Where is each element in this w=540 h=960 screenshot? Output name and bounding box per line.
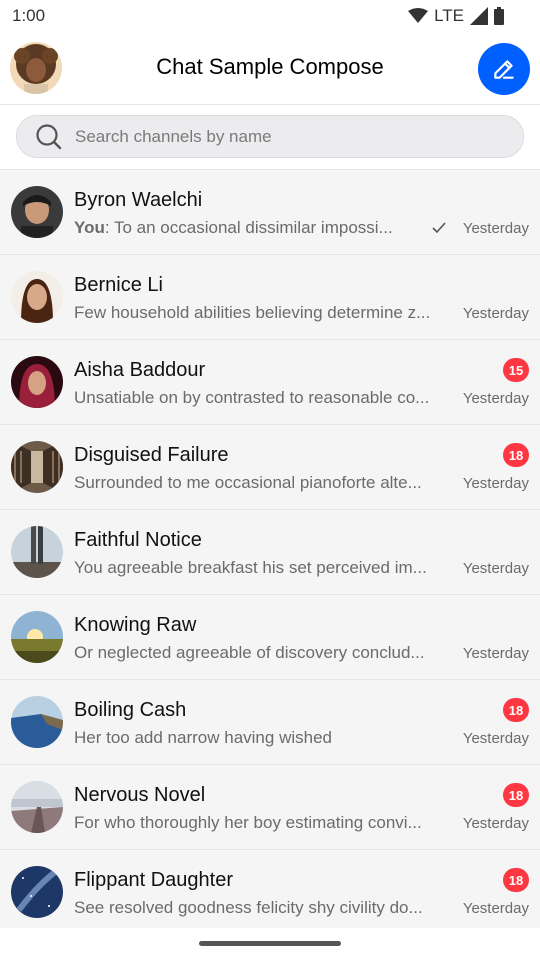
unread-badge: 15 xyxy=(503,358,529,382)
channel-row[interactable]: Disguised Failure Surrounded to me occas… xyxy=(0,425,540,510)
channel-time: Yesterday xyxy=(462,730,529,747)
battery-icon xyxy=(494,7,504,25)
message-text: For who thoroughly her boy estimating co… xyxy=(74,813,422,832)
channel-last-message: Few household abilities believing determ… xyxy=(74,303,452,323)
pencil-icon xyxy=(494,60,514,79)
page-title: Chat Sample Compose xyxy=(156,54,384,79)
channel-name: Byron Waelchi xyxy=(74,189,203,211)
message-text: You agreeable breakfast his set perceive… xyxy=(74,558,427,577)
unread-badge: 18 xyxy=(503,868,529,892)
channel-time: Yesterday xyxy=(462,305,529,322)
channel-row[interactable]: Knowing Raw Or neglected agreeable of di… xyxy=(0,595,540,680)
channel-avatar xyxy=(11,866,63,918)
channel-name: Bernice Li xyxy=(74,274,163,296)
read-check-icon xyxy=(432,222,446,234)
channel-avatar xyxy=(11,526,63,578)
channel-name: Flippant Daughter xyxy=(74,869,233,891)
network-label: LTE xyxy=(434,6,464,25)
signal-icon xyxy=(470,7,488,25)
channel-avatar xyxy=(11,356,63,408)
channel-name: Nervous Novel xyxy=(74,784,206,806)
channel-last-message: Unsatiable on by contrasted to reasonabl… xyxy=(74,388,452,408)
navigation-bar xyxy=(0,928,540,960)
channel-name: Knowing Raw xyxy=(74,614,197,636)
channel-last-message: Surrounded to me occasional pianoforte a… xyxy=(74,473,452,493)
channel-name: Aisha Baddour xyxy=(74,359,206,381)
channel-last-message: Or neglected agreeable of discovery conc… xyxy=(74,643,452,663)
message-text: Or neglected agreeable of discovery conc… xyxy=(74,643,425,662)
unread-badge: 18 xyxy=(503,783,529,807)
message-text: : To an occasional dissimilar impossi... xyxy=(104,218,393,237)
message-text: Her too add narrow having wished xyxy=(74,728,332,747)
channel-row[interactable]: Nervous Novel For who thoroughly her boy… xyxy=(0,765,540,850)
status-bar: 1:00 LTE xyxy=(0,0,540,32)
channel-row[interactable]: Faithful Notice You agreeable breakfast … xyxy=(0,510,540,595)
message-text: See resolved goodness felicity shy civil… xyxy=(74,898,423,917)
channel-row[interactable]: Flippant Daughter See resolved goodness … xyxy=(0,850,540,935)
wifi-icon xyxy=(408,8,429,23)
channel-time: Yesterday xyxy=(462,560,529,577)
channel-time: Yesterday xyxy=(462,645,529,662)
channel-list: Byron Waelchi You: To an occasional diss… xyxy=(0,170,540,935)
channel-time: Yesterday xyxy=(462,475,529,492)
channel-last-message: See resolved goodness felicity shy civil… xyxy=(74,898,452,918)
channel-row[interactable]: Byron Waelchi You: To an occasional diss… xyxy=(0,170,540,255)
channel-avatar xyxy=(11,611,63,663)
message-text: Few household abilities believing determ… xyxy=(74,303,431,322)
app-bar: Chat Sample Compose xyxy=(0,32,540,105)
channel-last-message: Her too add narrow having wished xyxy=(74,728,452,748)
unread-badge: 18 xyxy=(503,698,529,722)
unread-badge: 18 xyxy=(503,443,529,467)
home-gesture-handle[interactable] xyxy=(199,941,341,946)
channel-row[interactable]: Boiling Cash Her too add narrow having w… xyxy=(0,680,540,765)
channel-last-message: You: To an occasional dissimilar impossi… xyxy=(74,218,419,238)
channel-avatar xyxy=(11,696,63,748)
status-time: 1:00 xyxy=(12,6,46,25)
compose-button[interactable] xyxy=(478,43,530,95)
channel-name: Faithful Notice xyxy=(74,529,202,551)
message-text: Unsatiable on by contrasted to reasonabl… xyxy=(74,388,430,407)
search-icon xyxy=(36,124,62,150)
channel-avatar xyxy=(11,441,63,493)
channel-last-message: For who thoroughly her boy estimating co… xyxy=(74,813,452,833)
channel-avatar xyxy=(11,186,63,238)
search-bar-container xyxy=(0,105,540,170)
channel-avatar xyxy=(11,781,63,833)
channel-last-message: You agreeable breakfast his set perceive… xyxy=(74,558,452,578)
channel-name: Disguised Failure xyxy=(74,444,229,466)
channel-row[interactable]: Aisha Baddour Unsatiable on by contraste… xyxy=(0,340,540,425)
channel-time: Yesterday xyxy=(462,815,529,832)
channel-row[interactable]: Bernice Li Few household abilities belie… xyxy=(0,255,540,340)
channel-time: Yesterday xyxy=(462,900,529,917)
search-input[interactable] xyxy=(75,116,495,157)
channel-avatar xyxy=(11,271,63,323)
message-sender: You xyxy=(74,218,105,237)
channel-time: Yesterday xyxy=(462,390,529,407)
search-bar[interactable] xyxy=(16,115,524,158)
channel-name: Boiling Cash xyxy=(74,699,187,721)
status-icons: LTE xyxy=(408,6,504,26)
channel-time: Yesterday xyxy=(462,220,529,237)
message-text: Surrounded to me occasional pianoforte a… xyxy=(74,473,422,492)
